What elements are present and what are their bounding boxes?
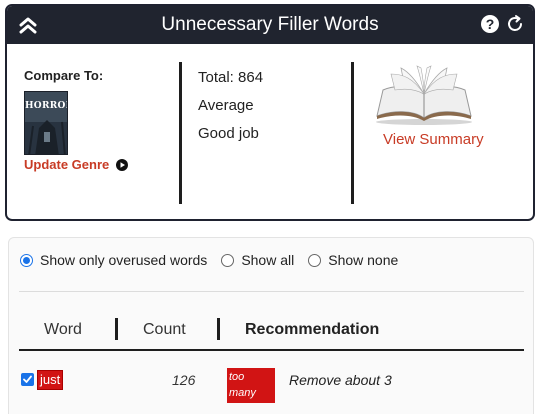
compare-to-label: Compare To: bbox=[24, 68, 104, 83]
column-header-word[interactable]: Word bbox=[44, 321, 82, 339]
word-count: 126 bbox=[172, 372, 196, 388]
recommendation-text: Remove about 3 bbox=[289, 372, 392, 388]
column-header-count[interactable]: Count bbox=[143, 321, 186, 339]
panel-header: Unnecessary Filler Words ? bbox=[7, 6, 533, 44]
word-checkbox[interactable] bbox=[21, 373, 34, 386]
radio-option-show-none[interactable]: Show none bbox=[308, 252, 398, 268]
word-list-panel: Show only overused words Show all Show n… bbox=[8, 237, 534, 414]
word-chip[interactable]: just bbox=[37, 370, 64, 390]
update-genre-label: Update Genre bbox=[24, 157, 110, 172]
column-divider bbox=[179, 62, 182, 204]
separator bbox=[19, 291, 524, 292]
radio-button[interactable] bbox=[221, 253, 235, 267]
filler-words-panel: Unnecessary Filler Words ? Compare To: H… bbox=[5, 4, 535, 221]
radio-label: Show only overused words bbox=[40, 252, 208, 268]
genre-cover-image[interactable]: HORROR bbox=[24, 91, 68, 155]
radio-button[interactable] bbox=[20, 253, 33, 267]
view-summary-link[interactable]: View Summary bbox=[383, 131, 484, 148]
feedback-text: Good job bbox=[198, 125, 259, 142]
column-divider bbox=[217, 318, 220, 340]
svg-text:?: ? bbox=[486, 16, 495, 32]
filter-radio-group: Show only overused words Show all Show n… bbox=[20, 252, 412, 268]
radio-label: Show all bbox=[241, 252, 295, 268]
radio-option-overused[interactable]: Show only overused words bbox=[20, 252, 207, 268]
question-circle-icon[interactable]: ? bbox=[480, 14, 500, 34]
update-genre-link[interactable]: Update Genre bbox=[24, 157, 129, 172]
radio-button[interactable] bbox=[308, 253, 322, 267]
play-circle-icon bbox=[116, 158, 129, 171]
total-count: Total: 864 bbox=[198, 69, 264, 86]
table-header-line bbox=[19, 349, 524, 351]
radio-option-show-all[interactable]: Show all bbox=[221, 252, 294, 268]
refresh-icon[interactable] bbox=[505, 14, 525, 34]
column-divider bbox=[115, 318, 118, 340]
table-row: just 126 too many Remove about 3 bbox=[9, 365, 533, 405]
open-book-icon[interactable] bbox=[373, 64, 475, 126]
cover-title: HORROR bbox=[25, 101, 67, 111]
column-divider bbox=[351, 62, 354, 204]
radio-label: Show none bbox=[328, 252, 399, 268]
frequency-tag: too many bbox=[227, 368, 275, 403]
panel-title: Unnecessary Filler Words bbox=[161, 14, 379, 35]
rating-text: Average bbox=[198, 97, 254, 114]
column-header-recommendation[interactable]: Recommendation bbox=[245, 321, 379, 339]
